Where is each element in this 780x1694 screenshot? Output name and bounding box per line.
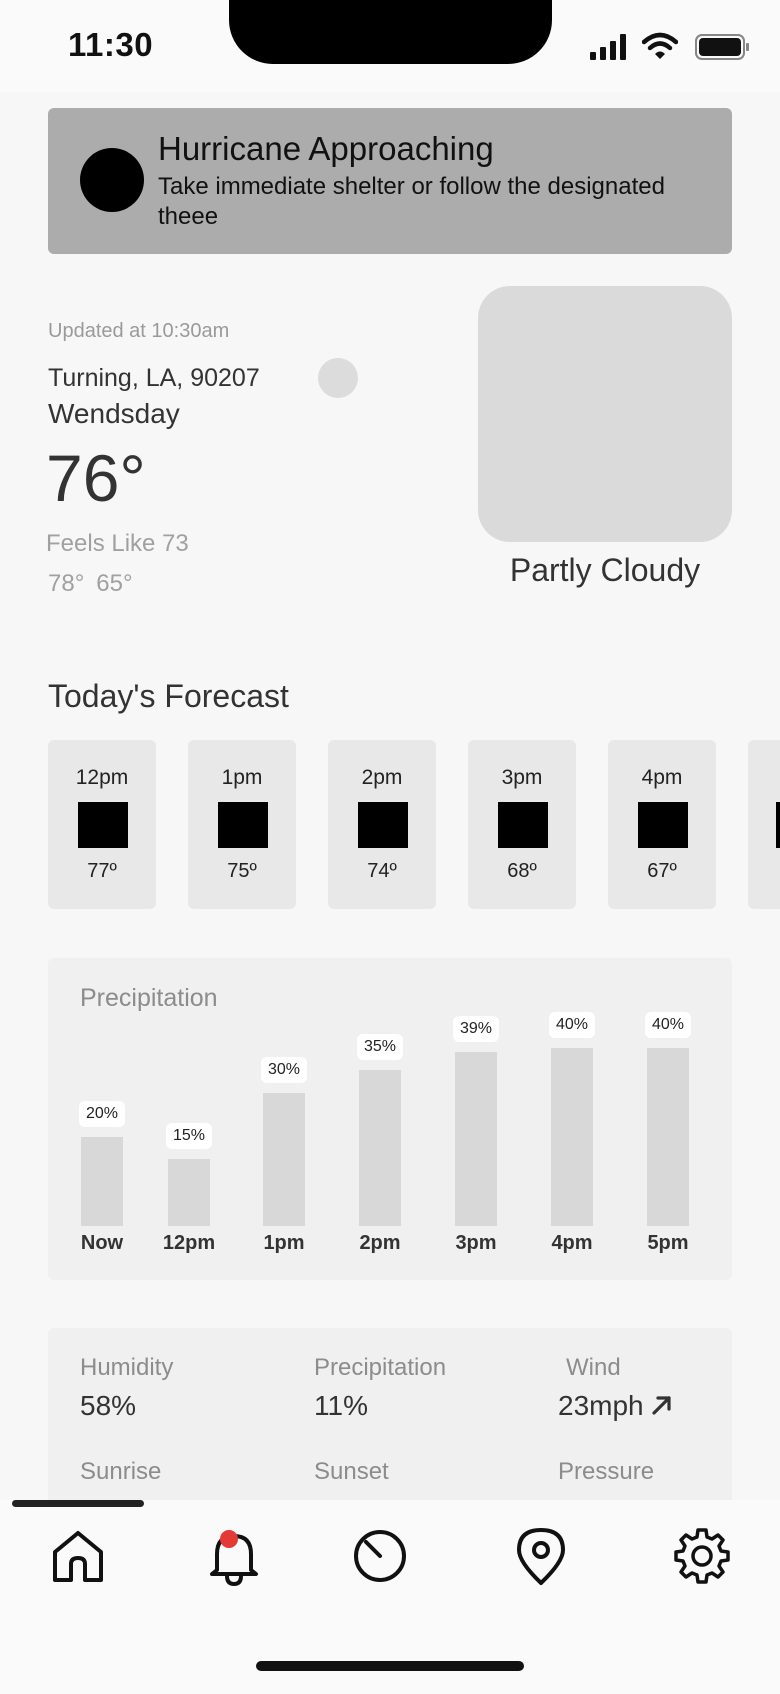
precip-bar xyxy=(263,1092,305,1226)
high-low: 78° 65° xyxy=(48,570,145,598)
weather-condition: Partly Cloudy xyxy=(509,552,701,588)
sunset-label: Sunset xyxy=(314,1458,389,1485)
hour-card[interactable]: 3pm 68º xyxy=(468,740,576,909)
precip-bar-label: 12pm xyxy=(162,1232,216,1254)
home-icon[interactable] xyxy=(48,1526,108,1586)
alert-icon xyxy=(80,148,144,212)
details-card: Humidity 58% Precipitation 11% Wind 23mp… xyxy=(48,1328,732,1508)
precip-bar-value: 35% xyxy=(357,1034,403,1061)
precip-bar-value: 30% xyxy=(261,1056,307,1083)
hour-time: 1pm xyxy=(221,766,263,789)
current-temperature: 76° xyxy=(46,441,146,515)
precip-bar xyxy=(647,1048,689,1226)
weather-condition-image xyxy=(478,286,732,542)
precip-bar xyxy=(81,1137,123,1226)
precip-bar-label: Now xyxy=(80,1232,124,1254)
precip-bar xyxy=(359,1070,401,1226)
precip-bar-value: 15% xyxy=(166,1123,212,1150)
hour-temp: 67º xyxy=(647,860,677,882)
hour-card-partial[interactable] xyxy=(748,740,780,909)
hour-temp: 68º xyxy=(507,860,537,882)
weather-icon xyxy=(638,802,688,848)
signal-icon xyxy=(590,34,626,60)
precip-bar-value: 20% xyxy=(79,1101,125,1127)
sunrise-label: Sunrise xyxy=(80,1458,162,1485)
hurricane-alert[interactable]: Hurricane Approaching Take immediate she… xyxy=(48,108,732,254)
precip-bar xyxy=(551,1048,593,1226)
day-label: Wendsday xyxy=(48,398,180,429)
hour-time: 2pm xyxy=(361,766,403,789)
precip-bar-value: 40% xyxy=(549,1012,595,1038)
precipitation-title: Precipitation xyxy=(80,984,218,1012)
status-bar: 11:30 xyxy=(0,0,780,92)
wind-label: Wind xyxy=(566,1354,621,1381)
precip-bar-label: 5pm xyxy=(647,1232,689,1254)
hour-temp: 74º xyxy=(367,860,397,882)
humidity-label: Humidity xyxy=(80,1354,174,1381)
hour-temp: 75º xyxy=(227,860,257,882)
updated-time: Updated at 10:30am xyxy=(48,320,230,342)
weather-icon xyxy=(78,802,128,848)
humidity-value: 58% xyxy=(80,1390,137,1421)
precipitation-card: Precipitation 20% Now 15% 12pm 30% 1pm 35% 2pm 3… xyxy=(48,958,732,1280)
wind-speed: 23mph xyxy=(558,1390,644,1421)
home-indicator[interactable] xyxy=(256,1661,524,1671)
precip-bar-value: 39% xyxy=(453,1016,499,1043)
weather-icon xyxy=(776,802,780,848)
feels-like: Feels Like 73 xyxy=(46,530,189,557)
location-label: Turning, LA, 90207 xyxy=(48,364,260,392)
hour-temp: 77º xyxy=(87,860,117,882)
precip-bar-value: 40% xyxy=(645,1012,691,1038)
battery-icon xyxy=(695,34,749,60)
hour-card[interactable]: 12pm 77º xyxy=(48,740,156,909)
wind-value: 23mph xyxy=(558,1390,673,1422)
wind-direction-icon xyxy=(652,1396,672,1415)
location-pin-icon[interactable] xyxy=(511,1526,571,1586)
gear-icon[interactable] xyxy=(672,1526,732,1586)
weather-icon xyxy=(498,802,548,848)
alert-body: Take immediate shelter or follow the des… xyxy=(158,173,665,230)
weather-icon xyxy=(358,802,408,848)
device-notch xyxy=(229,0,552,64)
hour-card[interactable]: 2pm 74º xyxy=(328,740,436,909)
weather-icon xyxy=(218,802,268,848)
hour-card[interactable]: 1pm 75º xyxy=(188,740,296,909)
hour-time: 12pm xyxy=(75,766,129,789)
notification-badge xyxy=(220,1530,238,1548)
precipitation-label: Precipitation xyxy=(314,1354,447,1381)
hour-card[interactable]: 4pm 67º xyxy=(608,740,716,909)
status-time: 11:30 xyxy=(68,26,154,63)
clock-icon[interactable] xyxy=(350,1526,410,1586)
precip-bar-label: 1pm xyxy=(263,1232,305,1254)
precipitation-value: 11% xyxy=(314,1390,368,1421)
precip-bar xyxy=(168,1159,210,1226)
hour-time: 3pm xyxy=(501,766,543,789)
pressure-label: Pressure xyxy=(558,1458,655,1485)
bell-icon[interactable] xyxy=(204,1526,264,1586)
precip-bar-label: 4pm xyxy=(551,1232,593,1254)
precip-bar-label: 3pm xyxy=(455,1232,497,1254)
precip-bar xyxy=(455,1052,497,1226)
wifi-icon xyxy=(642,32,678,59)
scroll-indicator xyxy=(12,1500,144,1507)
low-temp: 65° xyxy=(96,570,133,597)
forecast-title: Today's Forecast xyxy=(48,678,289,714)
high-temp: 78° xyxy=(48,570,85,597)
hour-time: 4pm xyxy=(641,766,683,789)
alert-title: Hurricane Approaching xyxy=(158,130,494,167)
precip-bar-label: 2pm xyxy=(359,1232,401,1254)
location-dot-icon[interactable] xyxy=(318,358,358,398)
